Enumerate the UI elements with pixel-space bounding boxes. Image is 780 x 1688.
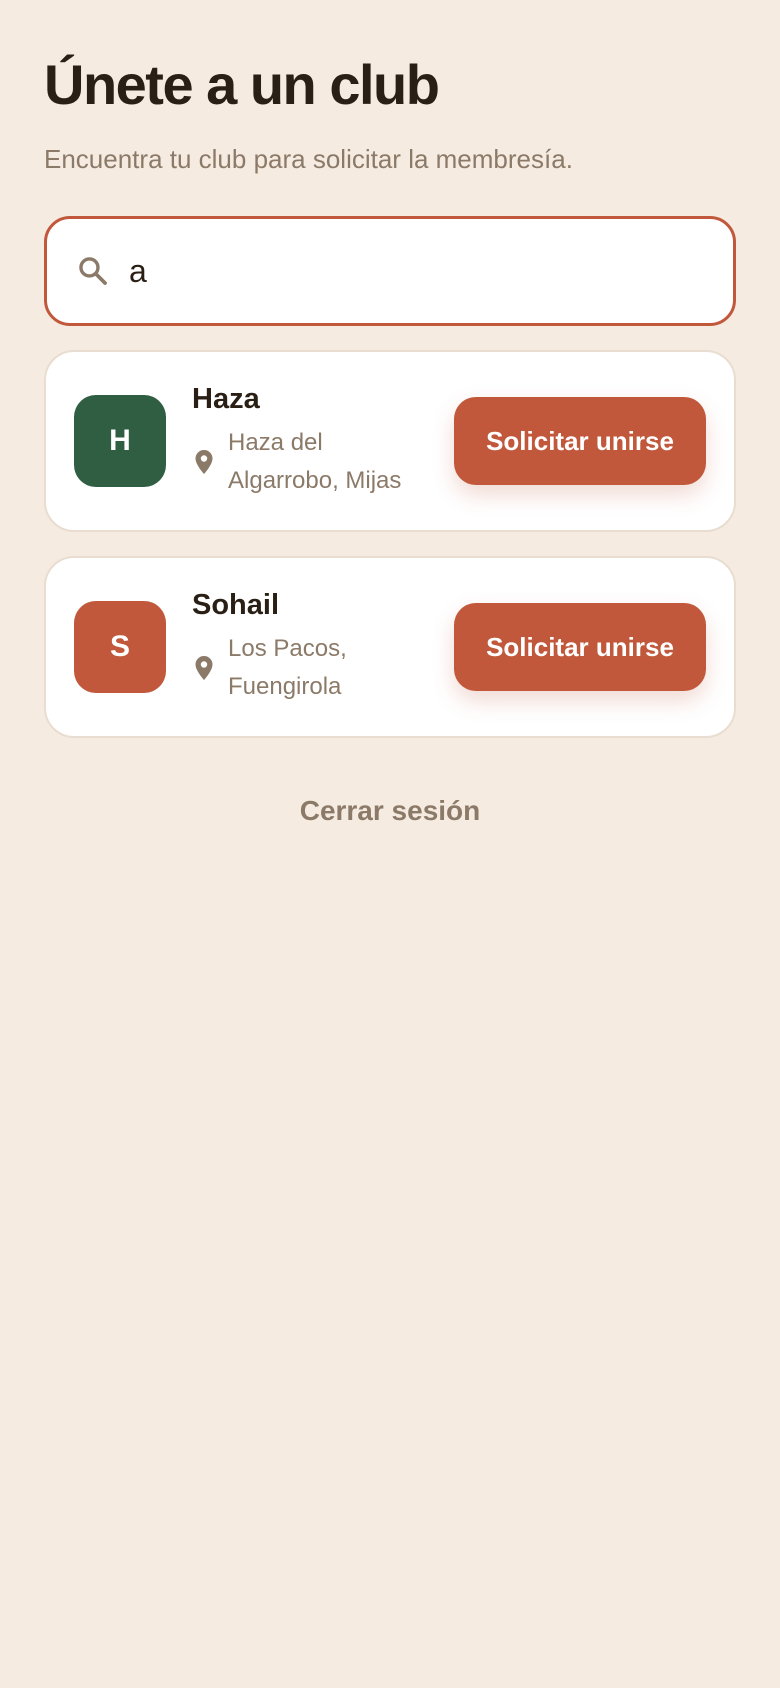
location-text: Haza del Algarrobo, Mijas <box>228 428 402 494</box>
location-text: Los Pacos, Fuengirola <box>228 634 347 700</box>
logout-link[interactable]: Cerrar sesión <box>0 795 780 827</box>
page-subtitle: Encuentra tu club para solicitar la memb… <box>44 144 573 174</box>
club-location: Haza del Algarrobo, Mijas <box>192 424 454 500</box>
club-name: Sohail <box>192 588 280 621</box>
club-name: Haza <box>192 382 260 415</box>
club-location: Los Pacos, Fuengirola <box>192 630 454 706</box>
search-box[interactable] <box>44 216 736 326</box>
club-card-haza: H Haza Haza del Algarrobo, Mijas Solicit… <box>44 350 736 532</box>
club-list: H Haza Haza del Algarrobo, Mijas Solicit… <box>44 350 736 762</box>
search-icon <box>75 253 111 289</box>
page-title: Únete a un club <box>44 53 440 116</box>
request-join-button[interactable]: Solicitar unirse <box>454 397 706 485</box>
location-pin-icon <box>192 448 216 476</box>
location-pin-icon <box>192 654 216 682</box>
club-card-sohail: S Sohail Los Pacos, Fuengirola Solicitar… <box>44 556 736 738</box>
club-avatar: S <box>74 601 166 693</box>
request-join-button[interactable]: Solicitar unirse <box>454 603 706 691</box>
search-input[interactable] <box>129 252 689 290</box>
club-avatar: H <box>74 395 166 487</box>
club-info: Sohail Los Pacos, Fuengirola <box>192 589 454 706</box>
join-club-screen: Únete a un club Encuentra tu club para s… <box>0 0 780 1688</box>
club-info: Haza Haza del Algarrobo, Mijas <box>192 383 454 500</box>
